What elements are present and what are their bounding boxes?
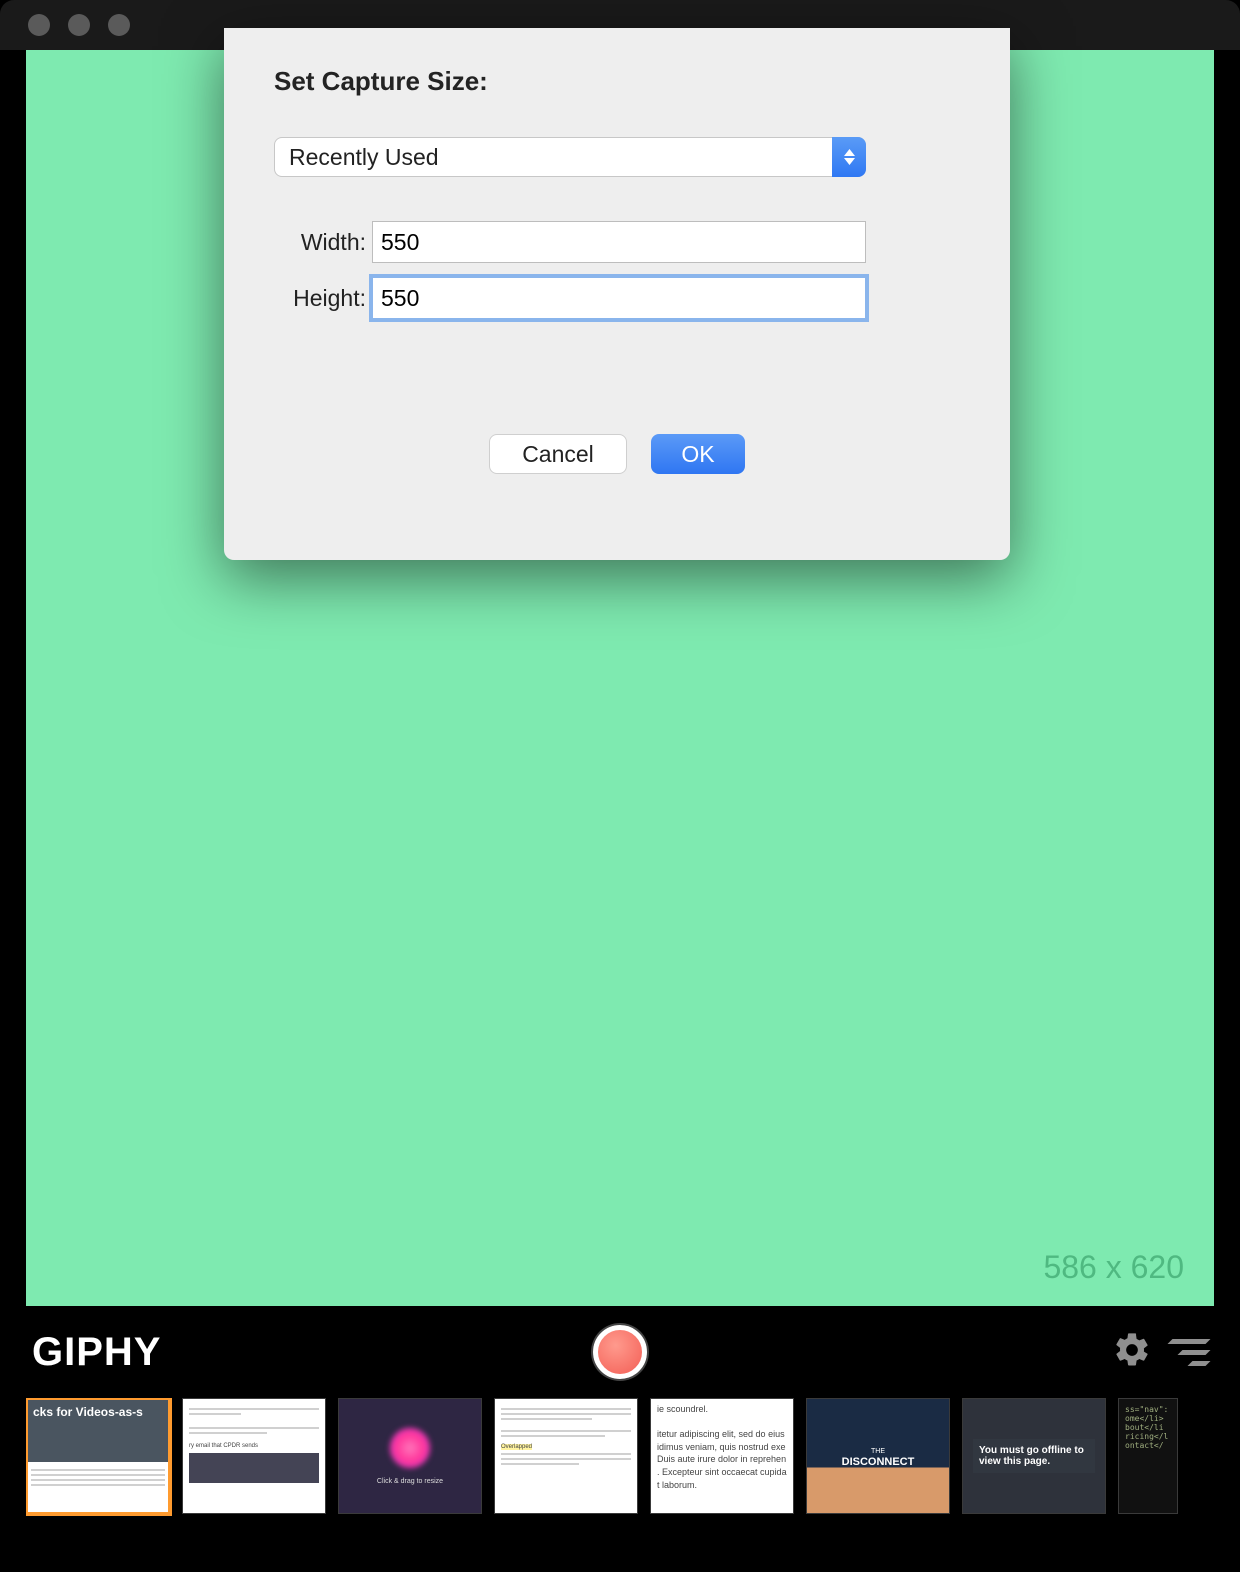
width-input[interactable]	[372, 221, 866, 263]
thumbnail-item[interactable]: cks for Videos-as-s	[26, 1398, 170, 1514]
record-button[interactable]	[593, 1325, 647, 1379]
select-arrows-icon	[832, 137, 866, 177]
ok-button[interactable]: OK	[651, 434, 745, 474]
thumbnail-strip: cks for Videos-as-s ry email that CPDR s…	[26, 1398, 1240, 1546]
thumbnail-item[interactable]: Overlapped	[494, 1398, 638, 1514]
resize-grip-icon[interactable]	[1170, 1339, 1208, 1366]
thumbnail-item[interactable]: ry email that CPDR sends	[182, 1398, 326, 1514]
minimize-window-button[interactable]	[68, 14, 90, 36]
height-input[interactable]	[372, 277, 866, 319]
app-window: 586 x 620 Set Capture Size: Recently Use…	[0, 0, 1240, 1572]
cancel-button[interactable]: Cancel	[489, 434, 627, 474]
zoom-window-button[interactable]	[108, 14, 130, 36]
width-label: Width:	[274, 229, 372, 256]
thumbnail-item[interactable]: ie scoundrel. itetur adipiscing elit, se…	[650, 1398, 794, 1514]
size-preset-select[interactable]: Recently Used	[274, 137, 866, 177]
size-preset-value: Recently Used	[289, 144, 439, 171]
thumbnail-item[interactable]: THETHE DISCONNECTDISCONNECT	[806, 1398, 950, 1514]
bottom-toolbar: GIPHY	[26, 1306, 1214, 1398]
set-capture-size-dialog: Set Capture Size: Recently Used Width: H…	[224, 28, 1010, 560]
settings-icon[interactable]	[1112, 1330, 1152, 1375]
dialog-title: Set Capture Size:	[274, 66, 960, 97]
canvas-dimensions-label: 586 x 620	[1043, 1249, 1184, 1286]
close-window-button[interactable]	[28, 14, 50, 36]
thumbnail-item[interactable]: ss="nav": ome</li> bout</li ricing</l on…	[1118, 1398, 1178, 1514]
height-label: Height:	[274, 285, 372, 312]
thumbnail-item[interactable]: You must go offline to view this page.	[962, 1398, 1106, 1514]
brand-logo: GIPHY	[32, 1330, 161, 1375]
thumbnail-item[interactable]: Click & drag to resize	[338, 1398, 482, 1514]
